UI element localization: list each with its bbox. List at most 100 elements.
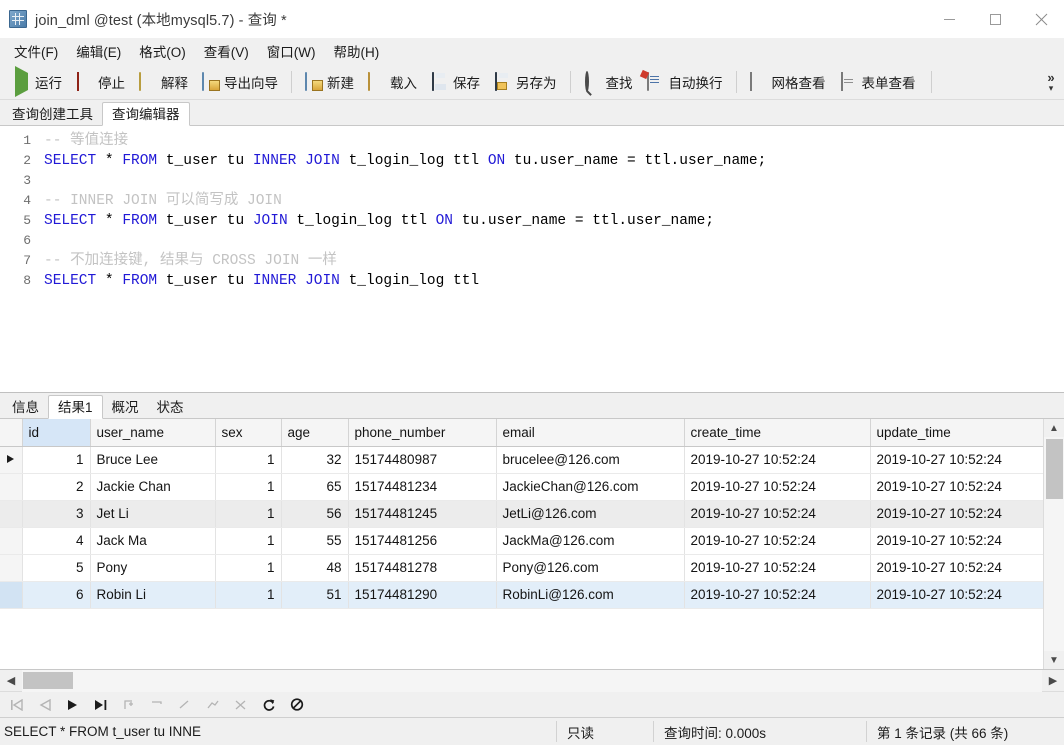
cell-id[interactable]: 5 — [22, 554, 91, 582]
column-header-create-time[interactable]: create_time — [684, 419, 871, 447]
column-header-update-time[interactable]: update_time — [870, 419, 1043, 447]
cell-id[interactable]: 4 — [22, 527, 91, 555]
stop-button[interactable]: 停止 — [69, 68, 132, 96]
grid-viewport[interactable]: id user_name sex age phone_number email create… — [0, 419, 1043, 669]
cell-age[interactable]: 55 — [281, 527, 349, 555]
cell-age[interactable]: 32 — [281, 446, 349, 474]
cell-email[interactable]: JetLi@126.com — [496, 500, 685, 528]
row-marker[interactable] — [0, 554, 23, 582]
minimize-button[interactable] — [926, 0, 972, 38]
tab-status[interactable]: 状态 — [148, 396, 193, 419]
cell-sex[interactable]: 1 — [215, 527, 282, 555]
export-wizard-button[interactable]: 导出向导 — [195, 68, 285, 96]
menu-edit[interactable]: 编辑(E) — [67, 38, 130, 64]
cell-user-name[interactable]: Jet Li — [90, 500, 216, 528]
menu-help[interactable]: 帮助(H) — [324, 38, 388, 64]
column-header-user-name[interactable]: user_name — [90, 419, 216, 447]
delete-record-icon[interactable] — [149, 697, 165, 713]
cell-update-time[interactable]: 2019-10-27 10:52:24 — [870, 527, 1043, 555]
horizontal-scroll-track[interactable] — [22, 669, 1042, 692]
word-wrap-button[interactable]: 自动换行 — [640, 68, 730, 96]
discard-change-icon[interactable] — [205, 697, 221, 713]
grid-vertical-scrollbar[interactable]: ▲ ▼ — [1043, 419, 1064, 669]
cell-phone-number[interactable]: 15174481256 — [348, 527, 497, 555]
cell-create-time[interactable]: 2019-10-27 10:52:24 — [684, 554, 871, 582]
cell-sex[interactable]: 1 — [215, 554, 282, 582]
tab-result-1[interactable]: 结果1 — [48, 395, 103, 419]
horizontal-scroll-thumb[interactable] — [23, 671, 73, 689]
cell-sex[interactable]: 1 — [215, 500, 282, 528]
grid-view-button[interactable]: 网格查看 — [743, 68, 833, 96]
first-record-icon[interactable] — [9, 697, 25, 713]
sql-editor[interactable]: 1 2 3 4 5 6 7 8 -- 等值连接 SELECT * FROM t_user tu … — [0, 126, 1064, 393]
cell-email[interactable]: JackieChan@126.com — [496, 473, 685, 501]
menu-window[interactable]: 窗口(W) — [258, 38, 325, 64]
toolbar-overflow-button[interactable]: » ▾ — [1042, 64, 1060, 100]
cell-phone-number[interactable]: 15174481290 — [348, 581, 497, 609]
find-button[interactable]: 查找 — [577, 68, 640, 96]
explain-button[interactable]: 解释 — [132, 68, 195, 96]
cell-id[interactable]: 3 — [22, 500, 91, 528]
cell-age[interactable]: 65 — [281, 473, 349, 501]
tab-query-builder[interactable]: 查询创建工具 — [3, 103, 102, 126]
row-marker[interactable] — [0, 473, 23, 501]
cell-email[interactable]: Pony@126.com — [496, 554, 685, 582]
run-button[interactable]: 运行 — [6, 66, 69, 97]
cell-update-time[interactable]: 2019-10-27 10:52:24 — [870, 554, 1043, 582]
cell-user-name[interactable]: Jackie Chan — [90, 473, 216, 501]
table-row[interactable]: 6 Robin Li 1 51 15174481290 RobinLi@126.com 20… — [0, 581, 1043, 609]
table-row[interactable]: 5 Pony 1 48 15174481278 Pony@126.com 2019-10-2… — [0, 554, 1043, 582]
cell-create-time[interactable]: 2019-10-27 10:52:24 — [684, 473, 871, 501]
scroll-up-icon[interactable]: ▲ — [1043, 419, 1064, 437]
next-record-icon[interactable] — [65, 697, 81, 713]
cell-update-time[interactable]: 2019-10-27 10:52:24 — [870, 473, 1043, 501]
table-row[interactable]: 1 Bruce Lee 1 32 15174480987 brucelee@126.com… — [0, 446, 1043, 474]
column-header-age[interactable]: age — [281, 419, 349, 447]
cell-id[interactable]: 2 — [22, 473, 91, 501]
cell-user-name[interactable]: Bruce Lee — [90, 446, 216, 474]
table-row[interactable]: 3 Jet Li 1 56 15174481245 JetLi@126.com 2019-1… — [0, 500, 1043, 528]
cell-phone-number[interactable]: 15174481245 — [348, 500, 497, 528]
row-marker[interactable] — [0, 500, 23, 528]
cell-age[interactable]: 51 — [281, 581, 349, 609]
cell-user-name[interactable]: Jack Ma — [90, 527, 216, 555]
apply-change-icon[interactable] — [177, 697, 193, 713]
add-record-icon[interactable] — [121, 697, 137, 713]
cell-update-time[interactable]: 2019-10-27 10:52:24 — [870, 581, 1043, 609]
menu-view[interactable]: 查看(V) — [195, 38, 258, 64]
menu-file[interactable]: 文件(F) — [5, 38, 67, 64]
new-query-button[interactable]: 新建 — [298, 68, 361, 96]
table-row[interactable]: 2 Jackie Chan 1 65 15174481234 JackieChan@126… — [0, 473, 1043, 501]
column-header-id[interactable]: id — [22, 419, 91, 447]
cell-email[interactable]: brucelee@126.com — [496, 446, 685, 474]
load-button[interactable]: 载入 — [361, 68, 424, 96]
save-button[interactable]: 保存 — [424, 68, 487, 96]
cell-create-time[interactable]: 2019-10-27 10:52:24 — [684, 446, 871, 474]
cell-create-time[interactable]: 2019-10-27 10:52:24 — [684, 581, 871, 609]
cell-sex[interactable]: 1 — [215, 473, 282, 501]
tab-info[interactable]: 信息 — [3, 396, 48, 419]
cell-sex[interactable]: 1 — [215, 446, 282, 474]
cell-email[interactable]: RobinLi@126.com — [496, 581, 685, 609]
cell-user-name[interactable]: Robin Li — [90, 581, 216, 609]
sql-code-area[interactable]: -- 等值连接 SELECT * FROM t_user tu INNER JOI… — [38, 126, 1064, 392]
cell-age[interactable]: 48 — [281, 554, 349, 582]
refresh-icon[interactable] — [261, 697, 277, 713]
cell-create-time[interactable]: 2019-10-27 10:52:24 — [684, 500, 871, 528]
save-as-button[interactable]: 另存为 — [487, 68, 564, 96]
row-marker[interactable] — [0, 581, 23, 609]
cell-phone-number[interactable]: 15174480987 — [348, 446, 497, 474]
grid-horizontal-scrollbar[interactable]: ◀ ▶ — [0, 669, 1064, 692]
previous-record-icon[interactable] — [37, 697, 53, 713]
tab-profile[interactable]: 概况 — [103, 396, 148, 419]
cell-phone-number[interactable]: 15174481278 — [348, 554, 497, 582]
row-marker[interactable] — [0, 446, 23, 474]
scroll-right-icon[interactable]: ▶ — [1042, 670, 1064, 692]
column-header-sex[interactable]: sex — [215, 419, 282, 447]
maximize-button[interactable] — [972, 0, 1018, 38]
cell-sex[interactable]: 1 — [215, 581, 282, 609]
stop-loading-icon[interactable] — [233, 697, 249, 713]
filter-off-icon[interactable] — [289, 697, 305, 713]
cell-id[interactable]: 1 — [22, 446, 91, 474]
cell-email[interactable]: JackMa@126.com — [496, 527, 685, 555]
